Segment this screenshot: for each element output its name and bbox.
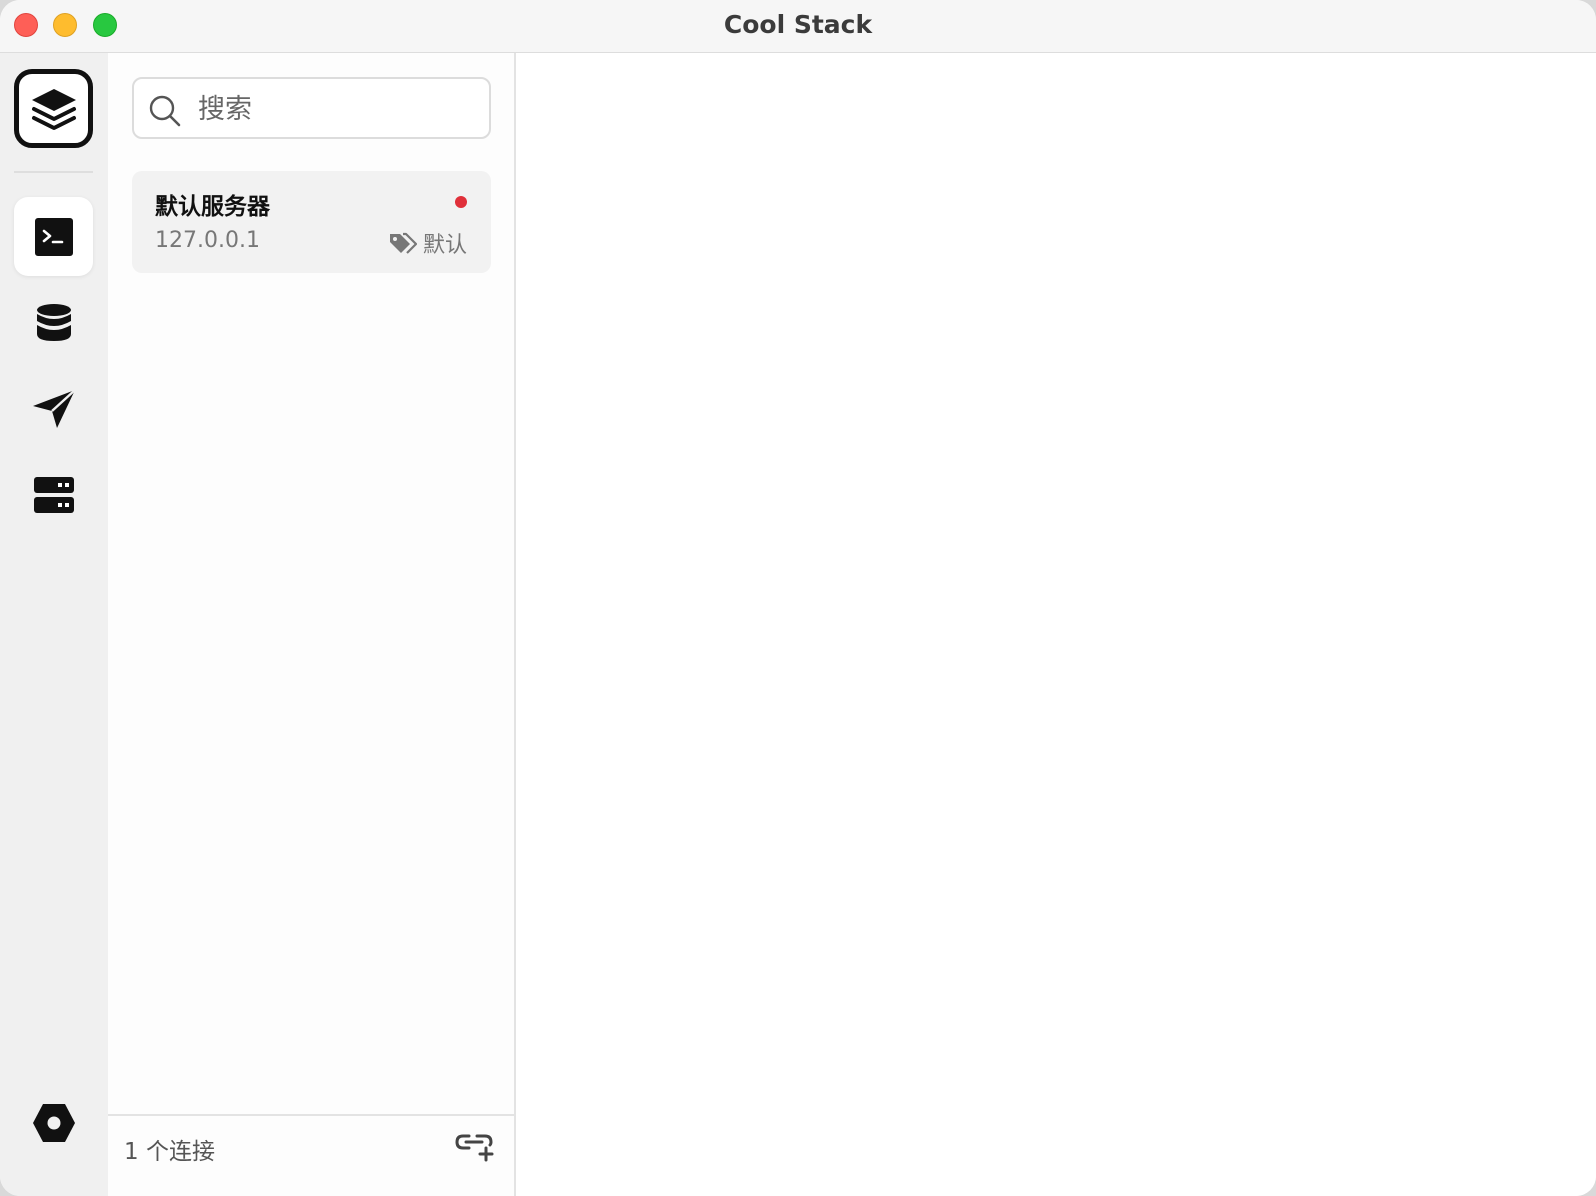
rail-item-send[interactable] bbox=[14, 369, 93, 448]
tag-icon bbox=[389, 232, 417, 254]
rail-item-database[interactable] bbox=[14, 283, 93, 362]
terminal-icon bbox=[34, 217, 73, 256]
sidebar-rail bbox=[0, 53, 108, 1196]
rail-item-terminal[interactable] bbox=[14, 197, 93, 276]
settings-hexagon-icon bbox=[32, 1103, 75, 1142]
rail-item-server[interactable] bbox=[14, 455, 93, 534]
connection-host: 127.0.0.1 bbox=[155, 228, 260, 253]
add-connection-button[interactable] bbox=[455, 1130, 497, 1166]
stack-layers-icon bbox=[31, 88, 76, 130]
connection-tag: 默认 bbox=[389, 227, 467, 259]
search-box[interactable] bbox=[132, 77, 491, 139]
rail-divider bbox=[14, 171, 93, 173]
add-link-icon bbox=[455, 1134, 494, 1162]
database-icon bbox=[36, 303, 71, 341]
connection-count: 1 个连接 bbox=[124, 1139, 215, 1165]
settings-button[interactable] bbox=[14, 1083, 93, 1162]
main-content bbox=[516, 53, 1596, 1196]
server-icon bbox=[33, 476, 74, 513]
app-window: Cool Stack 搜索 默认服务器 127.0.0.1 默认 1 个连接 bbox=[0, 0, 1596, 1196]
list-footer: 1 个连接 bbox=[108, 1114, 514, 1196]
search-icon bbox=[149, 95, 181, 127]
connection-name: 默认服务器 bbox=[155, 194, 270, 220]
paper-plane-icon bbox=[32, 388, 76, 428]
window-title: Cool Stack bbox=[723, 10, 873, 39]
connection-status-dot bbox=[455, 196, 467, 208]
connection-list-pane: 默认服务器 127.0.0.1 默认 1 个连接 bbox=[108, 53, 516, 1196]
connection-tag-label: 默认 bbox=[422, 233, 467, 258]
app-logo[interactable] bbox=[14, 69, 93, 148]
connection-item[interactable]: 默认服务器 127.0.0.1 默认 bbox=[132, 171, 491, 273]
search-input[interactable] bbox=[196, 85, 480, 133]
title-bar[interactable]: Cool Stack bbox=[0, 0, 1596, 53]
